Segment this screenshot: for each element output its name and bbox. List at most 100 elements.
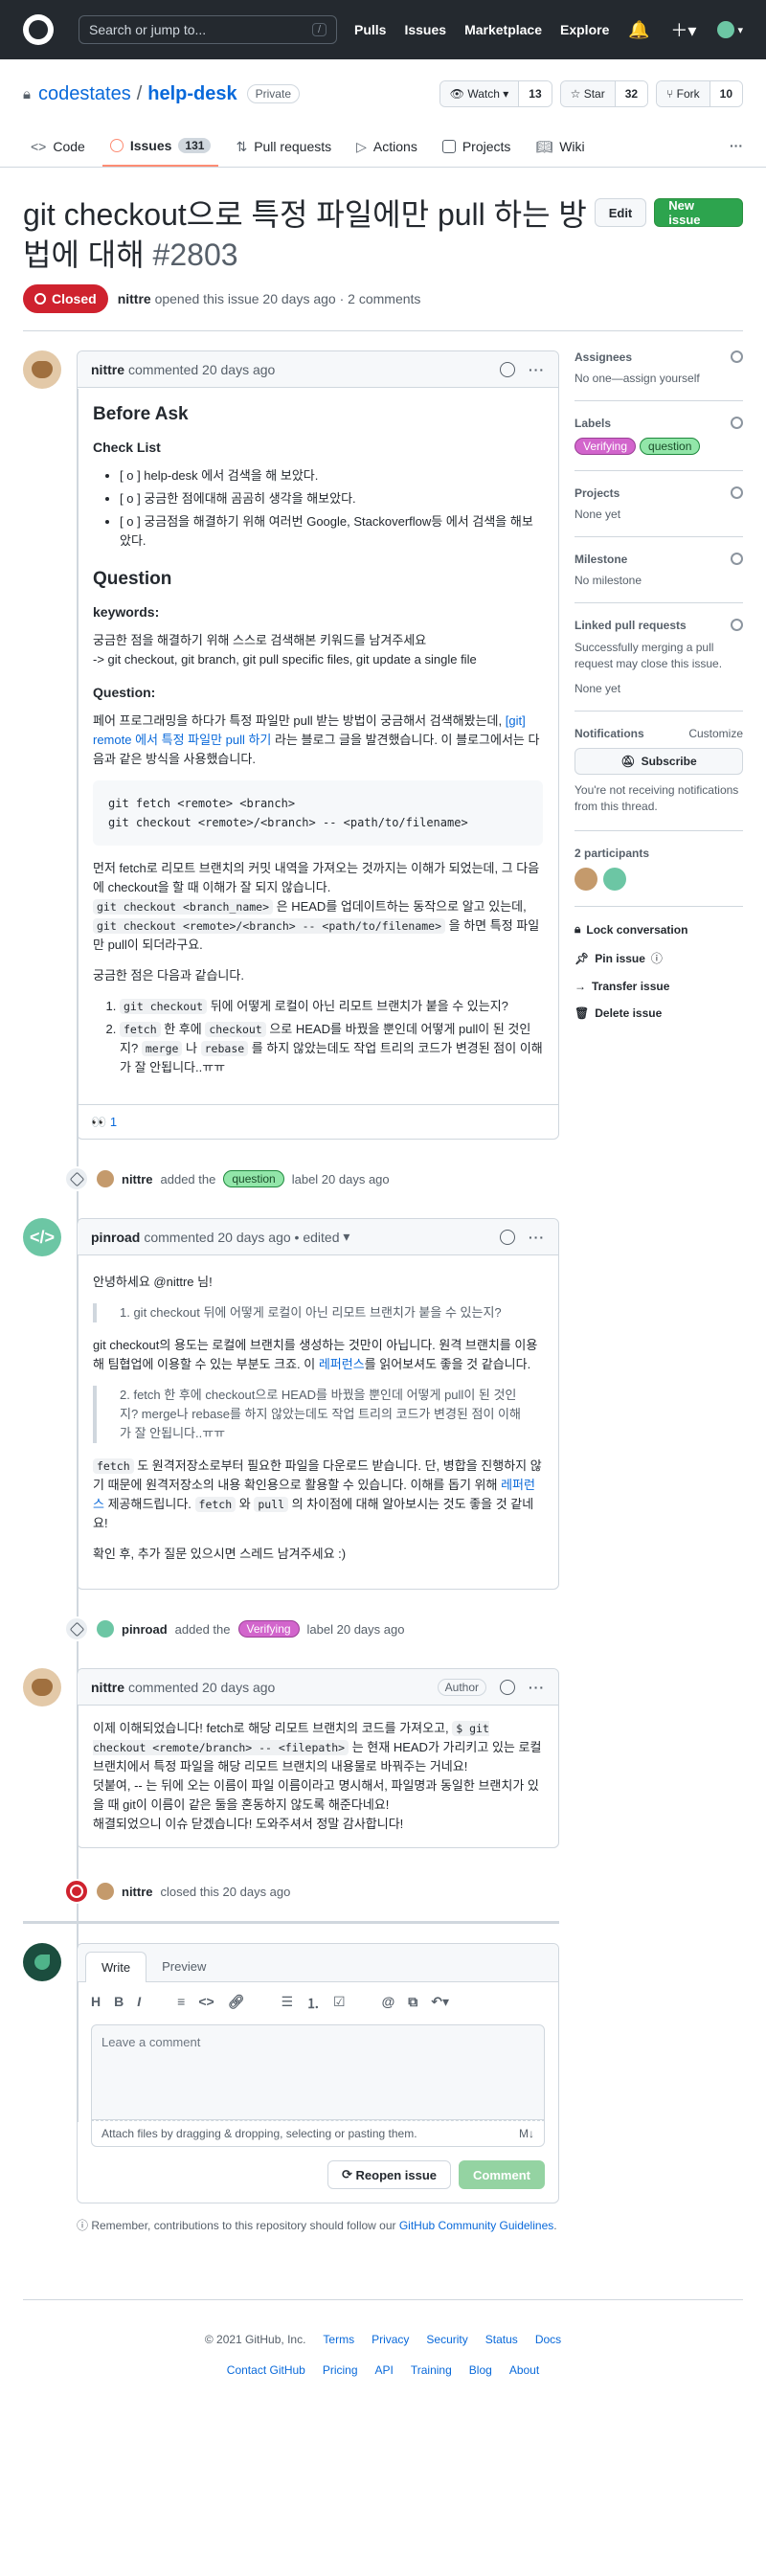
kebab-menu-icon[interactable]: ··· (529, 1230, 545, 1245)
avatar[interactable] (23, 1943, 61, 1981)
label-question[interactable]: question (640, 438, 701, 455)
footer-link-pricing[interactable]: Pricing (323, 2363, 358, 2377)
add-reaction-icon[interactable] (500, 361, 515, 377)
footer-link-api[interactable]: API (375, 2363, 394, 2377)
footer-link-contact[interactable]: Contact GitHub (227, 2363, 305, 2377)
add-reaction-icon[interactable] (500, 1679, 515, 1695)
nav-explore[interactable]: Explore (560, 22, 609, 37)
add-reaction-icon[interactable] (500, 1229, 515, 1245)
user-avatar-menu[interactable]: ▾ (717, 21, 743, 38)
footer-link-about[interactable]: About (509, 2363, 539, 2377)
guidelines-link[interactable]: GitHub Community Guidelines (399, 2219, 553, 2232)
avatar[interactable] (23, 350, 61, 389)
event-actor[interactable]: nittre (122, 1172, 153, 1186)
numbered-list-icon[interactable]: ⒈ (306, 1994, 320, 2013)
gear-icon[interactable] (731, 417, 743, 429)
new-issue-button[interactable]: New issue (654, 198, 743, 227)
watch-count[interactable]: 13 (518, 81, 552, 106)
pin-issue-button[interactable]: 📌︎ Pin issue ⓘ (574, 950, 743, 966)
comment-button[interactable]: Comment (459, 2160, 545, 2189)
chevron-down-icon[interactable]: ▾ (340, 1229, 349, 1245)
issue-author-link[interactable]: nittre (118, 291, 151, 306)
avatar[interactable] (603, 868, 626, 891)
footer-link-training[interactable]: Training (411, 2363, 452, 2377)
comment-textarea[interactable]: Leave a comment (91, 2024, 545, 2120)
avatar[interactable]: </> (23, 1218, 61, 1256)
tab-preview[interactable]: Preview (146, 1952, 221, 1981)
watch-button[interactable]: 👁︎ Watch ▾ 13 (439, 80, 552, 107)
event-actor[interactable]: nittre (122, 1885, 153, 1899)
attach-files-bar[interactable]: Attach files by dragging & dropping, sel… (91, 2120, 545, 2147)
cross-reference-icon[interactable]: ⧉ (408, 1994, 417, 2013)
customize-link[interactable]: Customize (688, 727, 743, 740)
nav-pulls[interactable]: Pulls (354, 22, 386, 37)
avatar[interactable] (23, 1668, 61, 1706)
avatar[interactable] (97, 1883, 114, 1900)
fork-count[interactable]: 10 (709, 81, 742, 106)
gear-icon[interactable] (731, 486, 743, 499)
footer-link-blog[interactable]: Blog (469, 2363, 492, 2377)
tab-issues[interactable]: Issues 131 (101, 128, 219, 167)
search-shortcut-key: / (311, 23, 327, 36)
comment-author[interactable]: pinroad (91, 1230, 140, 1245)
nav-marketplace[interactable]: Marketplace (464, 22, 542, 37)
avatar[interactable] (97, 1620, 114, 1638)
tab-wiki[interactable]: 📖︎ Wiki (528, 128, 592, 167)
task-list-icon[interactable]: ☑ (333, 1994, 346, 2013)
repo-name-link[interactable]: help-desk (147, 83, 237, 105)
label-question[interactable]: question (223, 1170, 284, 1187)
notifications-bell-icon[interactable]: 🔔 (628, 20, 649, 40)
reference-link[interactable]: 레퍼런스 (319, 1357, 365, 1371)
reopen-issue-button[interactable]: ⟳ Reopen issue (327, 2160, 452, 2189)
edit-title-button[interactable]: Edit (594, 198, 647, 227)
footer-link-terms[interactable]: Terms (323, 2333, 354, 2346)
gear-icon[interactable] (731, 350, 743, 363)
github-logo-icon[interactable] (23, 14, 54, 45)
comment-meta[interactable]: commented 20 days ago • edited (144, 1230, 339, 1245)
heading-icon[interactable]: H (91, 1994, 101, 2013)
nav-issues[interactable]: Issues (404, 22, 446, 37)
star-count[interactable]: 32 (614, 81, 648, 106)
eyes-reaction-button[interactable]: 👀 1 (91, 1115, 117, 1130)
comment-author[interactable]: nittre (91, 362, 124, 377)
footer-link-privacy[interactable]: Privacy (372, 2333, 409, 2346)
tab-code[interactable]: <> Code (23, 128, 93, 167)
delete-issue-button[interactable]: 🗑︎ Delete issue (574, 1006, 743, 1020)
gear-icon[interactable] (731, 619, 743, 631)
tab-pull-requests[interactable]: ⇅ Pull requests (228, 128, 339, 167)
footer-link-security[interactable]: Security (426, 2333, 467, 2346)
transfer-issue-button[interactable]: → Transfer issue (574, 980, 743, 993)
event-actor[interactable]: pinroad (122, 1622, 168, 1637)
repo-owner-link[interactable]: codestates (38, 83, 131, 105)
label-verifying[interactable]: Verifying (574, 438, 637, 455)
comment-author[interactable]: nittre (91, 1680, 124, 1695)
label-verifying[interactable]: Verifying (237, 1620, 300, 1638)
link-icon[interactable]: 🔗︎ (228, 1994, 245, 2013)
avatar[interactable] (574, 868, 597, 891)
subscribe-button[interactable]: 🔕︎ Subscribe (574, 748, 743, 775)
lock-conversation-button[interactable]: 🔒︎ Lock conversation (574, 922, 743, 937)
mention-icon[interactable]: @ (382, 1994, 395, 2013)
avatar[interactable] (97, 1170, 114, 1187)
tab-write[interactable]: Write (85, 1952, 147, 1982)
bold-icon[interactable]: B (114, 1994, 124, 2013)
italic-icon[interactable]: I (137, 1994, 141, 2013)
gear-icon[interactable] (731, 553, 743, 565)
create-new-plus-icon[interactable]: ＋▾ (670, 17, 696, 42)
tab-actions[interactable]: ▷ Actions (349, 128, 425, 167)
reply-icon[interactable]: ↶▾ (431, 1994, 449, 2013)
footer-link-docs[interactable]: Docs (535, 2333, 561, 2346)
quote-icon[interactable]: ≡ (177, 1994, 185, 2013)
code-icon[interactable]: <> (198, 1994, 214, 2013)
list-item: fetch 한 후에 checkout 으로 HEAD를 바꿨을 뿐인데 어떻게… (120, 1020, 543, 1077)
star-button[interactable]: ☆ Star 32 (559, 80, 649, 107)
more-menu-icon[interactable]: ··· (730, 128, 743, 167)
assign-yourself-link[interactable]: No one—assign yourself (574, 372, 743, 385)
kebab-menu-icon[interactable]: ··· (529, 1680, 545, 1695)
search-input[interactable]: Search or jump to... / (79, 15, 337, 44)
footer-link-status[interactable]: Status (485, 2333, 518, 2346)
kebab-menu-icon[interactable]: ··· (529, 362, 545, 377)
bulleted-list-icon[interactable]: ☰ (281, 1994, 293, 2013)
tab-projects[interactable]: Projects (435, 128, 519, 167)
fork-button[interactable]: ⑂ Fork 10 (656, 80, 743, 107)
